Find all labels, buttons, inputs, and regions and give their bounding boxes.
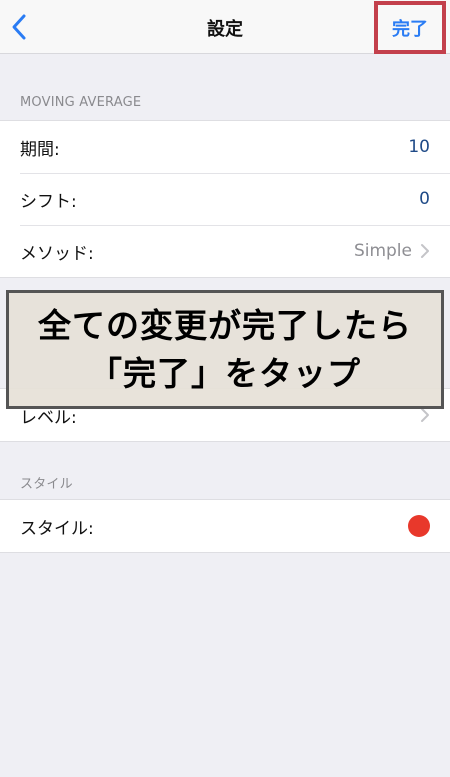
method-row[interactable]: メソッド: Simple	[0, 225, 450, 277]
overlay-line-2: 「完了」をタップ	[89, 353, 361, 393]
color-swatch[interactable]	[408, 515, 430, 537]
section-header-moving-average: MOVING AVERAGE	[20, 95, 142, 110]
chevron-right-icon	[421, 408, 429, 422]
overlay-line-1: 全ての変更が完了したら	[38, 305, 412, 345]
shift-value: 0	[419, 189, 430, 209]
done-button[interactable]: 完了	[374, 1, 446, 54]
section-header-style: スタイル	[20, 477, 73, 492]
navigation-bar: 設定 完了	[0, 0, 450, 54]
moving-average-group: 期間: 10 シフト: 0 メソッド: Simple	[0, 120, 450, 278]
shift-label: シフト:	[20, 191, 77, 212]
chevron-right-icon	[421, 244, 429, 258]
shift-row[interactable]: シフト: 0	[0, 173, 450, 225]
method-label: メソッド:	[20, 243, 94, 264]
style-group: スタイル:	[0, 499, 450, 553]
method-value: Simple	[353, 241, 412, 261]
period-value: 10	[408, 137, 430, 157]
instruction-overlay: 全ての変更が完了したら 「完了」をタップ	[6, 290, 444, 409]
period-label: 期間:	[20, 139, 60, 160]
style-row[interactable]: スタイル:	[0, 500, 450, 552]
style-label: スタイル:	[20, 518, 94, 539]
period-row[interactable]: 期間: 10	[0, 121, 450, 173]
